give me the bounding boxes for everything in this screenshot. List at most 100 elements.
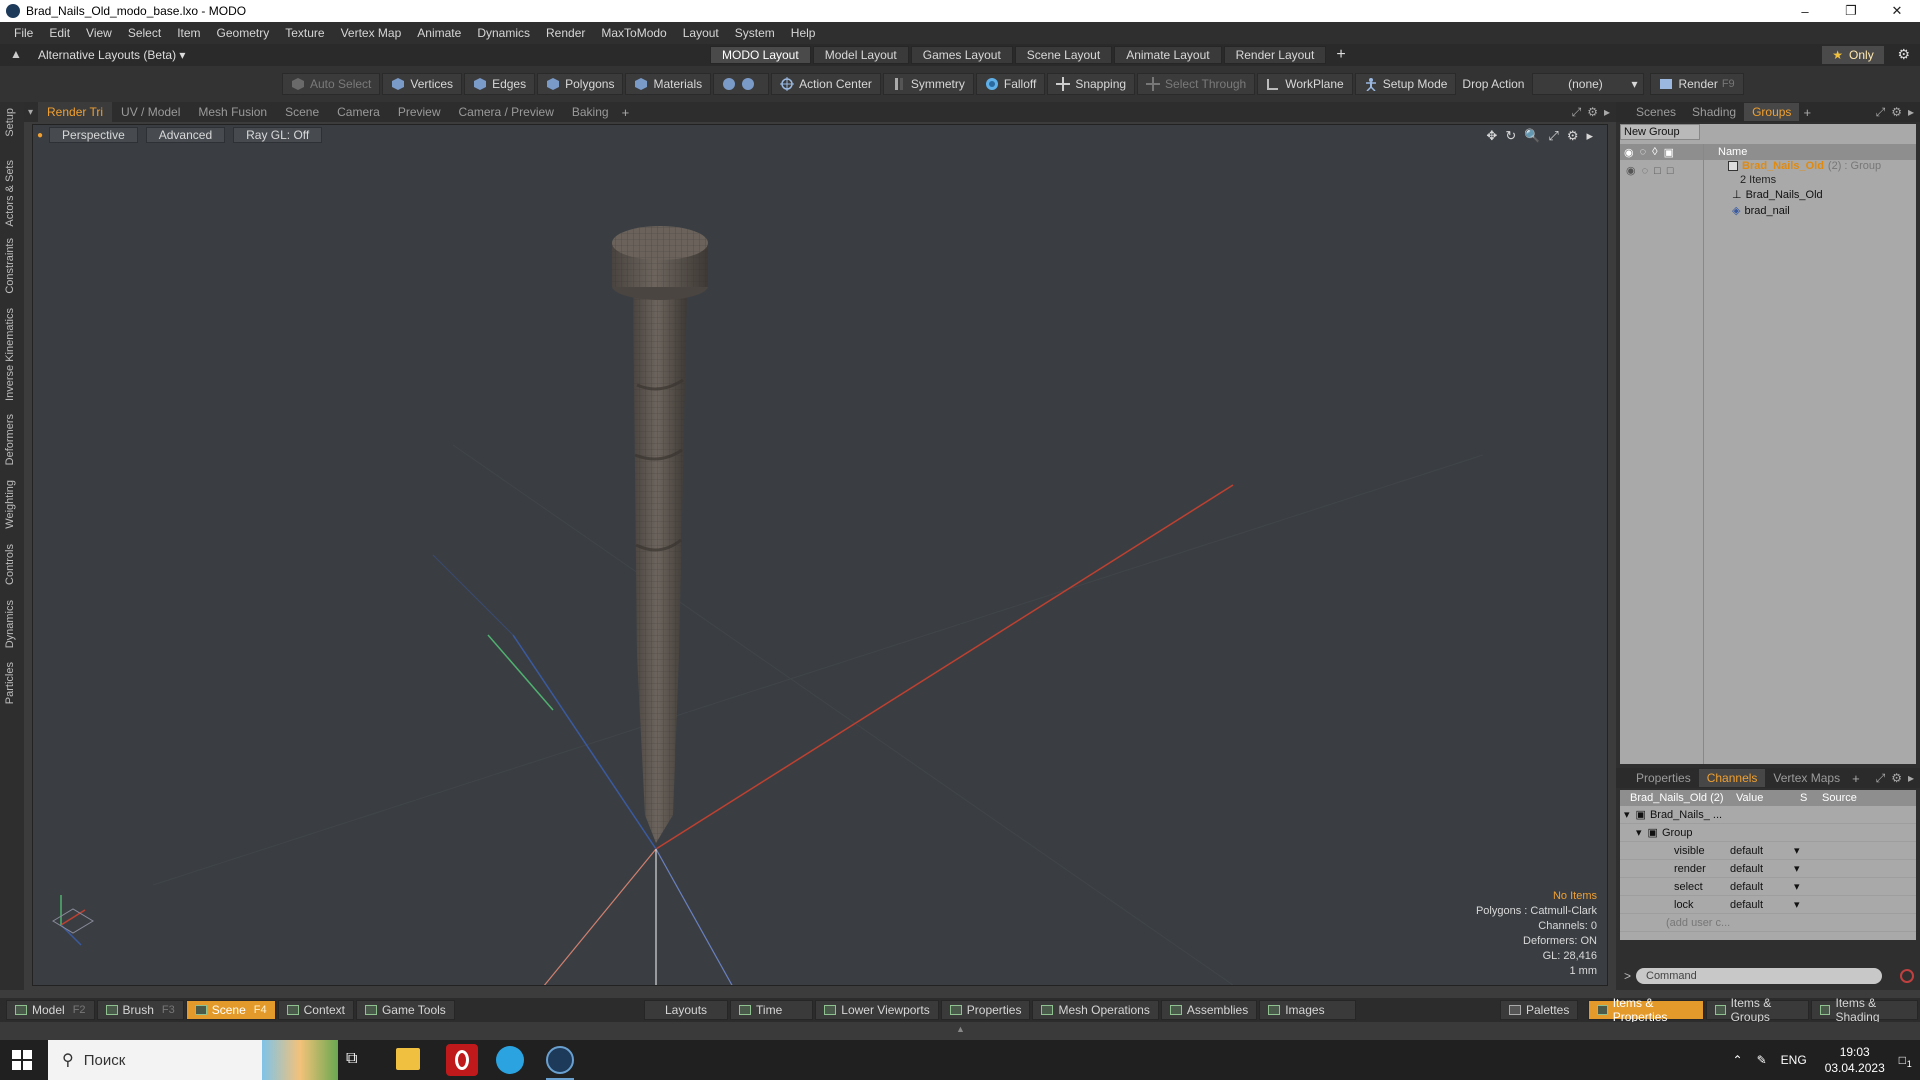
- chevron-down-icon[interactable]: ▾: [1794, 898, 1800, 911]
- expand-icon[interactable]: ⤢: [1572, 105, 1582, 120]
- menu-item[interactable]: Item: [169, 26, 208, 40]
- move-view-icon[interactable]: ✥: [1486, 128, 1497, 144]
- raygl-button[interactable]: Ray GL: Off: [233, 127, 323, 143]
- scene-tab-button[interactable]: Scene F4: [185, 1000, 276, 1020]
- vertices-button[interactable]: Vertices: [382, 73, 463, 95]
- tab-scene[interactable]: Scene: [276, 102, 328, 122]
- vtab-setup[interactable]: Setup: [4, 108, 16, 137]
- component-mode-button[interactable]: [713, 73, 770, 95]
- vtab-dynamics[interactable]: Dynamics: [4, 600, 16, 648]
- assemblies-button[interactable]: Assemblies: [1160, 1000, 1258, 1020]
- telegram-icon[interactable]: [496, 1046, 524, 1074]
- add-tab-plus-icon[interactable]: +: [622, 105, 630, 120]
- task-view-icon[interactable]: ⧉: [346, 1050, 357, 1068]
- expand-icon[interactable]: ⤢: [1876, 771, 1886, 786]
- collapse-arrow-icon[interactable]: ▲: [10, 47, 22, 61]
- tab-baking[interactable]: Baking: [563, 102, 618, 122]
- group-row-toggles[interactable]: ◉ ◌ □ □: [1626, 164, 1673, 178]
- time-button[interactable]: Time: [730, 1000, 814, 1020]
- vtab-constraints[interactable]: Constraints: [4, 238, 16, 294]
- tab-preview[interactable]: Preview: [389, 102, 450, 122]
- chevron-down-icon[interactable]: ▾: [1794, 880, 1800, 893]
- auto-select-button[interactable]: Auto Select: [282, 73, 381, 95]
- items-shading-button[interactable]: Items & Shading: [1811, 996, 1919, 1024]
- chevron-down-icon[interactable]: ▾: [1794, 862, 1800, 875]
- vtab-weighting[interactable]: Weighting: [4, 480, 16, 529]
- channel-group-row[interactable]: ▾ ▣ Group: [1620, 824, 1916, 842]
- expand-arrow-icon[interactable]: ▾: [1624, 808, 1630, 821]
- maximize-button[interactable]: ❐: [1828, 0, 1874, 22]
- action-center-button[interactable]: Action Center: [771, 73, 881, 95]
- properties-button[interactable]: Properties: [940, 1000, 1031, 1020]
- perspective-button[interactable]: Perspective: [49, 127, 138, 143]
- images-button[interactable]: Images: [1259, 1000, 1356, 1020]
- language-indicator[interactable]: ENG: [1781, 1053, 1807, 1067]
- alternative-layouts-dropdown[interactable]: Alternative Layouts (Beta) ▾: [38, 48, 185, 62]
- menu-dynamics[interactable]: Dynamics: [469, 26, 538, 40]
- layouts-button[interactable]: Layouts: [644, 1000, 729, 1020]
- materials-button[interactable]: Materials: [625, 73, 712, 95]
- tab-model-layout[interactable]: Model Layout: [812, 46, 909, 64]
- tab-vertex-maps[interactable]: Vertex Maps: [1765, 769, 1848, 787]
- add-user-channel-row[interactable]: (add user c...: [1620, 914, 1916, 932]
- group-child-nail[interactable]: ◈ brad_nail: [1732, 204, 1790, 218]
- tab-camera[interactable]: Camera: [328, 102, 389, 122]
- vtab-deformers[interactable]: Deformers: [4, 414, 16, 465]
- advanced-button[interactable]: Advanced: [145, 127, 226, 143]
- tab-channels[interactable]: Channels: [1698, 769, 1766, 787]
- gear-icon[interactable]: ⚙: [1897, 46, 1910, 63]
- menu-layout[interactable]: Layout: [675, 26, 727, 40]
- tab-uv-model[interactable]: UV / Model: [112, 102, 189, 122]
- record-icon[interactable]: [1900, 969, 1914, 983]
- tab-camera-preview[interactable]: Camera / Preview: [450, 102, 563, 122]
- menu-texture[interactable]: Texture: [277, 26, 332, 40]
- menu-file[interactable]: File: [6, 26, 41, 40]
- pen-icon[interactable]: ✎: [1757, 1053, 1767, 1067]
- notification-icon[interactable]: □ 1: [1899, 1053, 1912, 1069]
- opera-icon[interactable]: [446, 1044, 478, 1076]
- clock[interactable]: 19:03 03.04.2023: [1825, 1044, 1885, 1076]
- workplane-button[interactable]: WorkPlane: [1257, 73, 1353, 95]
- maximize-view-icon[interactable]: ⤢: [1548, 128, 1558, 144]
- render-button[interactable]: Render F9: [1650, 73, 1744, 95]
- expand-icon[interactable]: ⤢: [1876, 105, 1886, 120]
- add-layout-plus-icon[interactable]: +: [1336, 46, 1345, 64]
- menu-help[interactable]: Help: [783, 26, 824, 40]
- menu-geometry[interactable]: Geometry: [209, 26, 278, 40]
- menu-view[interactable]: View: [78, 26, 120, 40]
- brad-nail-mesh[interactable]: [612, 226, 708, 843]
- arrow-right-icon[interactable]: ▸: [1604, 105, 1610, 120]
- tab-modo-layout[interactable]: MODO Layout: [710, 46, 811, 64]
- minimize-button[interactable]: –: [1782, 0, 1828, 22]
- modo-taskbar-icon[interactable]: [546, 1046, 574, 1074]
- gear-icon[interactable]: ⚙: [1567, 128, 1579, 144]
- tab-shading[interactable]: Shading: [1684, 103, 1744, 121]
- tab-groups[interactable]: Groups: [1744, 103, 1800, 121]
- windows-start-icon[interactable]: [12, 1050, 32, 1073]
- menu-edit[interactable]: Edit: [41, 26, 78, 40]
- only-button[interactable]: ★ Only: [1822, 46, 1884, 64]
- items-groups-button[interactable]: Items & Groups: [1706, 996, 1810, 1024]
- gear-icon[interactable]: ⚙: [1891, 771, 1902, 786]
- lower-viewports-button[interactable]: Lower Viewports: [815, 1000, 939, 1020]
- arrow-right-icon[interactable]: ▸: [1586, 128, 1593, 144]
- chevron-up-icon[interactable]: ⌃: [1733, 1053, 1743, 1067]
- gear-icon[interactable]: ⚙: [1587, 105, 1598, 120]
- snapping-button[interactable]: Snapping: [1047, 73, 1136, 95]
- tab-scene-layout[interactable]: Scene Layout: [1014, 46, 1113, 64]
- tab-scenes[interactable]: Scenes: [1628, 103, 1684, 121]
- tab-games-layout[interactable]: Games Layout: [910, 46, 1013, 64]
- channel-row[interactable]: render default ▾: [1620, 860, 1916, 878]
- vtab-controls[interactable]: Controls: [4, 544, 16, 585]
- game-tools-tab-button[interactable]: Game Tools: [355, 1000, 455, 1020]
- polygons-button[interactable]: Polygons: [537, 73, 624, 95]
- vtab-inverse-kinematics[interactable]: Inverse Kinematics: [4, 308, 16, 401]
- panel-menu-icon[interactable]: ▾: [24, 107, 38, 118]
- command-input[interactable]: Command: [1636, 968, 1882, 984]
- setup-mode-button[interactable]: Setup Mode: [1354, 73, 1457, 95]
- menu-maxtomodo[interactable]: MaxToModo: [593, 26, 674, 40]
- items-properties-button[interactable]: Items & Properties: [1588, 996, 1705, 1024]
- tab-properties[interactable]: Properties: [1628, 769, 1699, 787]
- falloff-button[interactable]: Falloff: [975, 73, 1046, 95]
- arrow-right-icon[interactable]: ▸: [1908, 771, 1914, 786]
